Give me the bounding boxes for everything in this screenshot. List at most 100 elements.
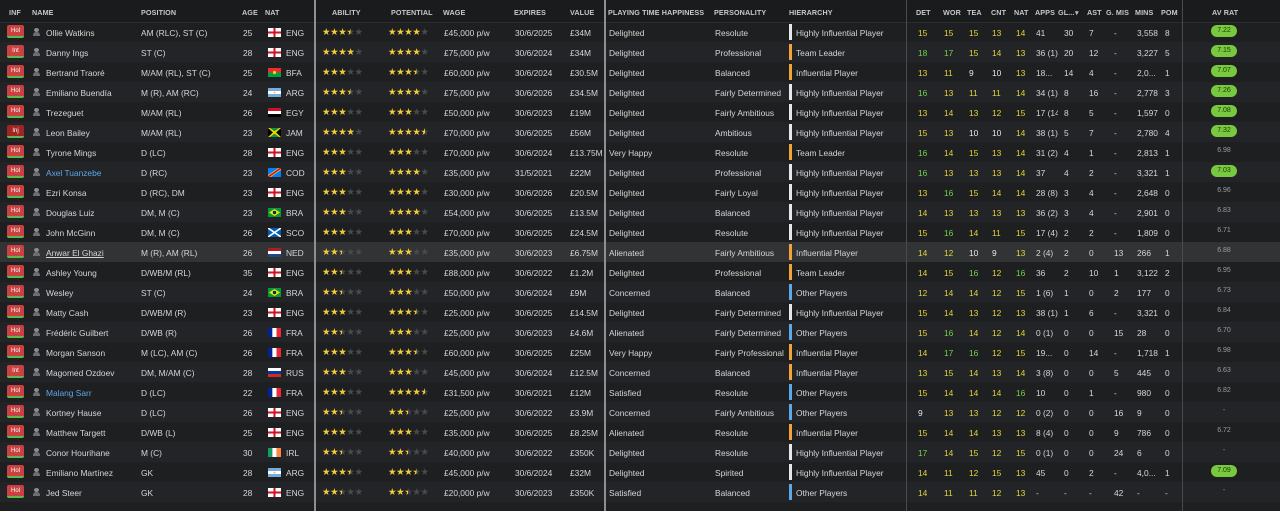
table-row[interactable]: Int Danny Ings ST (C) 28 ENG ★★★★★ ★★★★★ £75,00… [0,42,1280,62]
col-header-ability[interactable]: ABILITY [332,8,361,17]
player-status-badge[interactable]: Hol [7,405,24,418]
player-status-badge[interactable]: Hol [7,445,24,458]
player-status-badge[interactable]: Hol [7,225,24,238]
player-name-link[interactable]: Axel Tuanzebe [46,168,138,178]
col-header-inf[interactable]: INF [9,8,21,17]
col-header-wor[interactable]: WOR [943,8,961,17]
col-header-wage[interactable]: WAGE [443,8,465,17]
player-name-link[interactable]: Matthew Targett [46,428,138,438]
col-header-position[interactable]: POSITION [141,8,176,17]
player-name-link[interactable]: Morgan Sanson [46,348,138,358]
table-row[interactable]: Hol Tyrone Mings D (LC) 28 ENG ★★★★★ ★★★★★ £70,… [0,142,1280,162]
col-header-tea[interactable]: TEA [967,8,982,17]
table-row[interactable]: Hol Emiliano Martínez GK 28 ARG ★★★★★ ★★★★★ £45… [0,462,1280,482]
player-name-link[interactable]: Danny Ings [46,48,138,58]
col-header-cnt[interactable]: CNT [991,8,1006,17]
player-status-badge[interactable]: Hol [7,165,24,178]
player-status-badge[interactable]: Hol [7,345,24,358]
table-row[interactable]: Hol Douglas Luiz DM, M (C) 23 BRA ★★★★★ ★★★★★ £… [0,202,1280,222]
col-header-mins[interactable]: MINS [1135,8,1153,17]
col-header-gmis[interactable]: G. MIS [1106,8,1129,17]
player-status-badge[interactable]: Inj [7,125,24,138]
player-status-badge[interactable]: Hol [7,105,24,118]
player-name-link[interactable]: Ashley Young [46,268,138,278]
col-header-personality[interactable]: PERSONALITY [714,8,766,17]
player-name-link[interactable]: Jed Steer [46,488,138,498]
player-name-link[interactable]: Ezri Konsa [46,188,138,198]
col-header-pom[interactable]: POM [1161,8,1178,17]
col-header-value[interactable]: VALUE [570,8,594,17]
table-row[interactable]: Hol Kortney Hause D (LC) 26 ENG ★★★★★ ★★★★★ £25… [0,402,1280,422]
player-status-badge[interactable]: Int [7,45,24,58]
player-status-badge[interactable]: Hol [7,185,24,198]
col-header-ast[interactable]: AST [1087,8,1102,17]
table-row[interactable]: Hol Malang Sarr D (LC) 22 FRA ★★★★★ ★★★★★ £31,5… [0,382,1280,402]
player-position: D (RC), DM [141,188,185,198]
col-header-nat[interactable]: NAT [265,8,280,17]
col-header-det[interactable]: DET [916,8,931,17]
player-name-link[interactable]: Ollie Watkins [46,28,138,38]
player-name-link[interactable]: Douglas Luiz [46,208,138,218]
table-row[interactable]: Hol Ollie Watkins AM (RLC), ST (C) 25 ENG ★★★… [0,22,1280,42]
player-status-badge[interactable]: Hol [7,145,24,158]
player-name-link[interactable]: John McGinn [46,228,138,238]
player-name-link[interactable]: Leon Bailey [46,128,138,138]
player-status-badge[interactable]: Hol [7,465,24,478]
player-name-link[interactable]: Trezeguet [46,108,138,118]
player-status-badge[interactable]: Hol [7,485,24,498]
table-row[interactable]: Int Magomed Ozdoev DM, M/AM (C) 28 RUS ★★★★★ ★… [0,362,1280,382]
player-name-link[interactable]: Magomed Ozdoev [46,368,138,378]
col-header-apps[interactable]: APPS [1035,8,1055,17]
player-name-link[interactable]: Emiliano Martínez [46,468,138,478]
player-name-link[interactable]: Bertrand Traoré [46,68,138,78]
player-status-badge[interactable]: Hol [7,325,24,338]
player-status-badge[interactable]: Hol [7,425,24,438]
player-name-link[interactable]: Emiliano Buendía [46,88,138,98]
table-row[interactable]: Hol Axel Tuanzebe D (RC) 23 COD ★★★★★ ★★★★★ £35… [0,162,1280,182]
player-status-badge[interactable]: Hol [7,245,24,258]
col-header-expires[interactable]: EXPIRES [514,8,546,17]
stat-goals: 0 [1064,408,1069,418]
player-name-link[interactable]: Wesley [46,288,138,298]
col-header-playing-time-happiness[interactable]: PLAYING TIME HAPPINESS [608,8,704,17]
table-row[interactable]: Hol Wesley ST (C) 24 BRA ★★★★★ ★★★★★ £50,000 p/… [0,282,1280,302]
table-row[interactable]: Hol Trezeguet M/AM (RL) 26 EGY ★★★★★ ★★★★★ £50,… [0,102,1280,122]
player-name-link[interactable]: Conor Hourihane [46,448,138,458]
player-name-link[interactable]: Malang Sarr [46,388,138,398]
player-name-link[interactable]: Anwar El Ghazi [46,248,138,258]
table-row[interactable]: Hol Morgan Sanson M (LC), AM (C) 26 FRA ★★★★★… [0,342,1280,362]
player-status-badge[interactable]: Hol [7,305,24,318]
player-name-link[interactable]: Matty Cash [46,308,138,318]
table-row[interactable]: Hol Conor Hourihane M (C) 30 IRL ★★★★★ ★★★★★ £4… [0,442,1280,462]
player-name-link[interactable]: Kortney Hause [46,408,138,418]
sort-desc-icon[interactable]: ▾ [1075,8,1079,17]
table-row[interactable]: Hol Ashley Young D/WB/M (RL) 35 ENG ★★★★★ ★★★★… [0,262,1280,282]
player-status-badge[interactable]: Hol [7,265,24,278]
table-row[interactable]: Hol Anwar El Ghazi M (R), AM (RL) 26 NED ★★★★… [0,242,1280,262]
col-header-nat-attr[interactable]: NAT [1014,8,1029,17]
col-header-age[interactable]: AGE [242,8,258,17]
player-status-badge[interactable]: Hol [7,385,24,398]
table-row[interactable]: Hol Jed Steer GK 28 ENG ★★★★★ ★★★★★ £20,000 p/w… [0,482,1280,502]
table-row[interactable]: Hol Matthew Targett D/WB (L) 25 ENG ★★★★★ ★★★★… [0,422,1280,442]
player-status-badge[interactable]: Int [7,365,24,378]
table-row[interactable]: Hol Bertrand Traoré M/AM (RL), ST (C) 25 BFA… [0,62,1280,82]
table-row[interactable]: Hol Frédéric Guilbert D/WB (R) 26 FRA ★★★★★ ★★… [0,322,1280,342]
player-status-badge[interactable]: Hol [7,65,24,78]
table-row[interactable]: Hol Ezri Konsa D (RC), DM 23 ENG ★★★★★ ★★★★★ £3… [0,182,1280,202]
player-status-badge[interactable]: Hol [7,285,24,298]
table-row[interactable]: Hol Matty Cash D/WB/M (R) 23 ENG ★★★★★ ★★★★★ £2… [0,302,1280,322]
table-row[interactable]: Hol Emiliano Buendía M (R), AM (RC) 24 ARG ★★… [0,82,1280,102]
col-header-goals[interactable]: GL... [1058,8,1074,17]
table-row[interactable]: Inj Leon Bailey M/AM (RL) 23 JAM ★★★★★ ★★★★★ £7… [0,122,1280,142]
player-status-badge[interactable]: Hol [7,85,24,98]
player-name-link[interactable]: Frédéric Guilbert [46,328,138,338]
table-row[interactable]: Hol John McGinn DM, M (C) 26 SCO ★★★★★ ★★★★★ £7… [0,222,1280,242]
col-header-potential[interactable]: POTENTIAL [391,8,433,17]
col-header-av-rat[interactable]: AV RAT [1212,8,1238,17]
player-status-badge[interactable]: Hol [7,205,24,218]
col-header-hierarchy[interactable]: HIERARCHY [789,8,833,17]
player-status-badge[interactable]: Hol [7,25,24,38]
col-header-name[interactable]: NAME [32,8,54,17]
player-name-link[interactable]: Tyrone Mings [46,148,138,158]
